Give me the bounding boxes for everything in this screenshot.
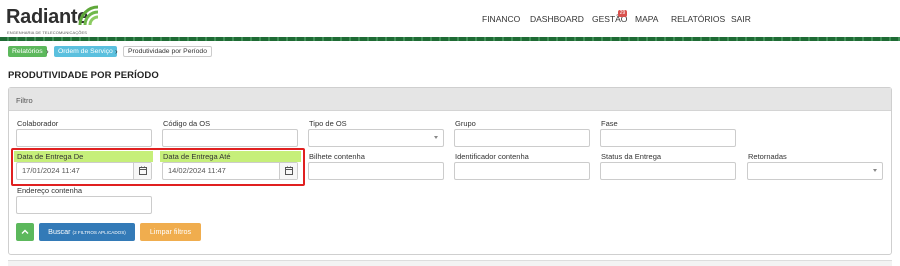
- breadcrumb-relatorios[interactable]: Relatórios: [8, 46, 47, 57]
- chevron-down-icon: [434, 136, 438, 139]
- brand-logo[interactable]: Radiante ENGENHARIA DE TELECOMUNICAÇÕES: [6, 3, 106, 35]
- collapse-filter-button[interactable]: [16, 223, 34, 241]
- endereco-label: Endereço contenha: [17, 186, 83, 195]
- brand-subtitle: ENGENHARIA DE TELECOMUNICAÇÕES: [7, 30, 88, 35]
- fase-label: Fase: [601, 119, 618, 128]
- clear-filters-button[interactable]: Limpar filtros: [140, 223, 201, 241]
- grupo-label: Grupo: [455, 119, 476, 128]
- bilhete-label: Bilhete contenha: [309, 152, 365, 161]
- colaborador-field[interactable]: [16, 129, 152, 147]
- codigo-os-label: Código da OS: [163, 119, 211, 128]
- bilhete-field[interactable]: [308, 162, 444, 180]
- colaborador-label: Colaborador: [17, 119, 59, 128]
- grupo-field[interactable]: [454, 129, 590, 147]
- chevron-down-icon: [873, 169, 877, 172]
- retornadas-select[interactable]: [747, 162, 883, 180]
- status-entrega-label: Status da Entrega: [601, 152, 662, 161]
- nav-financo[interactable]: FINANCO: [482, 14, 520, 24]
- next-panel-edge: [8, 260, 892, 266]
- tipo-os-select[interactable]: [308, 129, 444, 147]
- breadcrumb-current: Produtividade por Período: [123, 46, 212, 57]
- nav-relatorios[interactable]: RELATÓRIOS: [671, 14, 725, 24]
- top-header: Radiante ENGENHARIA DE TELECOMUNICAÇÕES …: [0, 0, 900, 38]
- page-title: PRODUTIVIDADE POR PERÍODO: [8, 70, 159, 81]
- gestao-count-badge: 29: [618, 10, 627, 17]
- fase-field[interactable]: [600, 129, 736, 147]
- status-entrega-field[interactable]: [600, 162, 736, 180]
- endereco-field[interactable]: [16, 196, 152, 214]
- search-button-note: (2 FILTROS APLICADOS): [72, 230, 126, 235]
- nav-dashboard[interactable]: DASHBOARD: [530, 14, 584, 24]
- identificador-field[interactable]: [454, 162, 590, 180]
- search-button-label: Buscar: [48, 227, 71, 236]
- search-button[interactable]: Buscar (2 FILTROS APLICADOS): [39, 223, 135, 241]
- date-range-highlight: [11, 148, 305, 186]
- nav-sair[interactable]: SAIR: [731, 14, 751, 24]
- retornadas-label: Retornadas: [748, 152, 787, 161]
- breadcrumb-separator-icon: ›: [115, 47, 118, 56]
- filter-panel-title: Filtro: [16, 96, 33, 105]
- signal-arcs-icon: [78, 5, 99, 26]
- header-divider: [0, 37, 900, 41]
- chevron-up-icon: [21, 229, 29, 234]
- nav-mapa[interactable]: MAPA: [635, 14, 658, 24]
- breadcrumb-separator-icon: ›: [46, 47, 49, 56]
- breadcrumb-ordem-servico[interactable]: Ordem de Serviço: [54, 46, 117, 57]
- codigo-os-field[interactable]: [162, 129, 298, 147]
- identificador-label: Identificador contenha: [455, 152, 529, 161]
- tipo-os-label: Tipo de OS: [309, 119, 347, 128]
- filter-panel-header[interactable]: Filtro: [9, 88, 891, 111]
